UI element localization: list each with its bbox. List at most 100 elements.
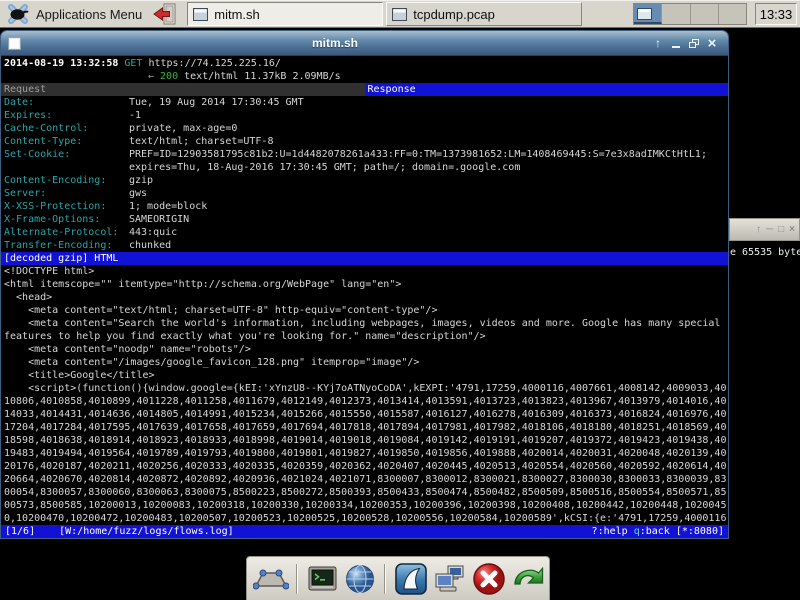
dock-separator — [296, 564, 298, 594]
response-body-line: <meta content="text/html; charset=UTF-8"… — [1, 304, 728, 317]
response-header-row: Content-Type:text/html; charset=UTF-8 — [1, 135, 728, 148]
taskbar: Applications Menu mitm.sh tcpdump.pcap — [0, 0, 800, 28]
header-value: PREF=ID=12903581795c81b2:U=1d4482078261a… — [129, 148, 707, 161]
response-body-line: 00573,8500585,10200013,10200083,10200318… — [1, 499, 728, 512]
close-button[interactable]: × — [703, 34, 721, 52]
response-header-row: Transfer-Encoding:chunked — [1, 239, 728, 252]
header-value: text/html; charset=UTF-8 — [129, 135, 274, 148]
header-value: 443:quic — [129, 226, 177, 239]
response-body-line: <!DOCTYPE html> — [1, 265, 728, 278]
terminal-window-icon — [8, 37, 21, 50]
response-header-row: expires=Thu, 18-Aug-2016 17:30:45 GMT; p… — [1, 161, 728, 174]
applications-menu-label: Applications Menu — [36, 7, 142, 22]
web-browser-icon[interactable] — [343, 562, 377, 596]
response-body-line: <title>Google</title> — [1, 369, 728, 382]
response-header-row: Alternate-Protocol:443:quic — [1, 226, 728, 239]
response-body-line: 14033,4014431,4014636,4014805,4014991,40… — [1, 408, 728, 421]
background-window-titlebar[interactable]: ↑ ─ □ × — [729, 218, 800, 241]
response-body-line: 18598,4018638,4018914,4018923,4018933,40… — [1, 434, 728, 447]
response-header-row: X-XSS-Protection:1; mode=block — [1, 200, 728, 213]
header-value: chunked — [129, 239, 171, 252]
flows-file-path: [W:/home/fuzz/logs/flows.log] — [59, 525, 234, 538]
header-value: SAMEORIGIN — [129, 213, 189, 226]
flow-request-line: 2014-08-19 13:32:58 GET https://74.125.225… — [1, 57, 728, 70]
response-header-row: Expires:-1 — [1, 109, 728, 122]
shade-button[interactable]: ↑ — [649, 34, 667, 52]
response-body-line: features to help you find exactly what y… — [1, 330, 728, 343]
header-value: gws — [129, 187, 147, 200]
response-body-line: 17204,4017284,4017595,4017639,4017658,40… — [1, 421, 728, 434]
response-body-line: 19483,4019494,4019564,4019789,4019793,40… — [1, 447, 728, 460]
shade-button-inactive[interactable]: ↑ — [756, 224, 761, 235]
maximize-button[interactable] — [685, 34, 703, 52]
header-name: Content-Encoding: — [4, 174, 129, 187]
response-body-line: <meta content="Search the world's inform… — [1, 317, 728, 330]
header-name — [4, 161, 129, 174]
workspace-cell-2[interactable] — [662, 4, 690, 24]
header-value: 1; mode=block — [129, 200, 207, 213]
wireshark-icon[interactable] — [393, 561, 429, 597]
flow-summary: text/html 11.37kB 2.09MB/s — [184, 71, 341, 82]
response-body-line: 10806,4010858,4010899,4011228,4011258,40… — [1, 395, 728, 408]
response-body-line: <script>(function(){window.google={kEI:'… — [1, 382, 728, 395]
network-computers-icon[interactable] — [433, 562, 467, 596]
tab-request[interactable]: Request — [1, 83, 365, 96]
flow-method: GET — [124, 58, 142, 69]
flow-url: https://74.125.225.16/ — [148, 58, 280, 69]
close-button-inactive[interactable]: × — [789, 224, 795, 235]
response-body: <!DOCTYPE html> <html itemscope="" itemt… — [1, 265, 728, 525]
decoded-content-banner: [decoded gzip] HTML — [1, 252, 728, 265]
mitmproxy-terminal[interactable]: 2014-08-19 13:32:58 GET https://74.125.225… — [1, 56, 728, 538]
response-header-row: Cache-Control:private, max-age=0 — [1, 122, 728, 135]
header-value: expires=Thu, 18-Aug-2016 17:30:45 GMT; p… — [129, 161, 520, 174]
response-body-line: <meta content="noodp" name="robots"/> — [1, 343, 728, 356]
flow-response-line: ←200text/html 11.37kB 2.09MB/s — [1, 70, 728, 83]
tab-response[interactable]: Response — [365, 83, 729, 96]
header-name: X-XSS-Protection: — [4, 200, 129, 213]
flow-index: [1/6] — [5, 525, 35, 538]
statusbar: [1/6] [W:/home/fuzz/logs/flows.log] ?:he… — [1, 525, 728, 538]
header-name: X-Frame-Options: — [4, 213, 129, 226]
workspace-cell-4[interactable] — [719, 4, 746, 24]
header-value: Tue, 19 Aug 2014 17:30:45 GMT — [129, 96, 304, 109]
taskbar-button-label: mitm.sh — [214, 7, 260, 22]
stop-icon[interactable] — [471, 561, 507, 597]
mini-window-icon — [637, 8, 652, 20]
response-header-row: Date:Tue, 19 Aug 2014 17:30:45 GMT — [1, 96, 728, 109]
maximize-button-inactive[interactable]: □ — [778, 224, 784, 235]
header-name: Expires: — [4, 109, 129, 122]
minimize-button[interactable] — [667, 34, 685, 52]
header-name: Cache-Control: — [4, 122, 129, 135]
header-value: -1 — [129, 109, 141, 122]
clock: 13:33 — [755, 3, 797, 25]
flow-tab-bar: Request Response — [1, 83, 728, 96]
minimize-button-inactive[interactable]: ─ — [766, 224, 773, 235]
response-header-row: X-Frame-Options:SAMEORIGIN — [1, 213, 728, 226]
logout-icon[interactable] — [152, 2, 178, 26]
redo-arrow-icon[interactable] — [511, 562, 545, 596]
taskbar-button-tcpdump[interactable]: tcpdump.pcap — [386, 2, 582, 26]
taskbar-button-label: tcpdump.pcap — [413, 7, 495, 22]
window-icon — [392, 8, 407, 21]
header-name: Transfer-Encoding: — [4, 239, 129, 252]
terminal-emulator-icon[interactable] — [305, 562, 339, 596]
flow-timestamp: 2014-08-19 13:32:58 — [4, 58, 118, 69]
workspace-cell-3[interactable] — [691, 4, 719, 24]
background-window-text: e 65535 byte — [729, 241, 800, 259]
workspace-switcher-icon[interactable] — [253, 562, 289, 596]
header-name: Date: — [4, 96, 129, 109]
workspace-pager[interactable] — [633, 3, 747, 25]
response-body-line: 00054,8300057,8300060,8300063,8300075,85… — [1, 486, 728, 499]
dock-separator — [384, 564, 386, 594]
response-headers: Date:Tue, 19 Aug 2014 17:30:45 GMT Expir… — [1, 96, 728, 252]
header-value: private, max-age=0 — [129, 122, 237, 135]
taskbar-button-mitm[interactable]: mitm.sh — [187, 2, 383, 26]
header-name: Server: — [4, 187, 129, 200]
applications-menu-button[interactable]: Applications Menu — [0, 0, 150, 28]
header-name: Content-Type: — [4, 135, 129, 148]
titlebar[interactable]: mitm.sh ↑ × — [1, 31, 728, 56]
background-tcpdump-window[interactable]: ↑ ─ □ × e 65535 byte — [729, 218, 800, 550]
workspace-cell-1[interactable] — [634, 4, 662, 24]
response-body-line: 0,10200470,10200472,10200483,10200507,10… — [1, 512, 728, 525]
statusbar-shortcuts: ?:helpq:back[*:8080] — [592, 525, 724, 538]
